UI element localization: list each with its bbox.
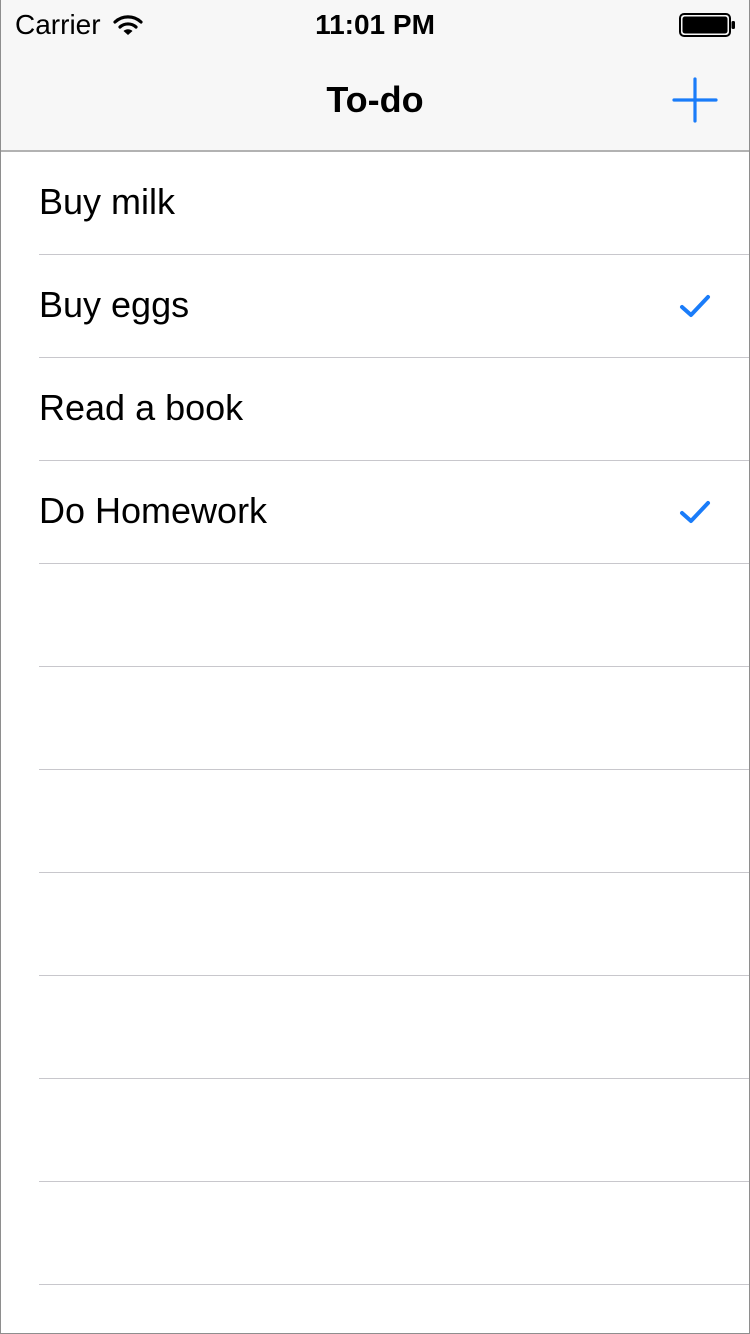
todo-label: Buy eggs xyxy=(39,284,190,325)
todo-label: Read a book xyxy=(39,387,244,428)
empty-row xyxy=(1,976,749,1079)
todo-label: Do Homework xyxy=(39,490,268,531)
page-title: To-do xyxy=(326,79,424,120)
checkmark-icon xyxy=(680,295,710,317)
empty-row xyxy=(1,1182,749,1285)
battery-full-icon xyxy=(679,13,735,37)
status-bar: Carrier 11:01 PM xyxy=(1,0,749,48)
plus-icon xyxy=(672,77,718,123)
todo-row[interactable]: Buy eggs xyxy=(1,255,749,358)
empty-row xyxy=(1,770,749,873)
screen: Carrier 11:01 PM To-do Buy milk Buy eggs… xyxy=(0,0,750,1334)
status-time: 11:01 PM xyxy=(315,9,435,40)
top-bar: Carrier 11:01 PM To-do xyxy=(1,0,749,152)
checkmark-icon xyxy=(680,501,710,523)
empty-row xyxy=(1,1079,749,1182)
empty-row xyxy=(1,873,749,976)
todo-row[interactable]: Do Homework xyxy=(1,461,749,564)
add-todo-button[interactable] xyxy=(671,76,719,124)
todo-row[interactable]: Buy milk xyxy=(1,152,749,255)
navigation-bar: To-do xyxy=(1,48,749,150)
todo-row[interactable]: Read a book xyxy=(1,358,749,461)
empty-row xyxy=(1,564,749,667)
empty-row xyxy=(1,667,749,770)
todo-label: Buy milk xyxy=(39,181,176,222)
todo-list: Buy milk Buy eggs Read a book Do Homework xyxy=(1,152,749,1285)
